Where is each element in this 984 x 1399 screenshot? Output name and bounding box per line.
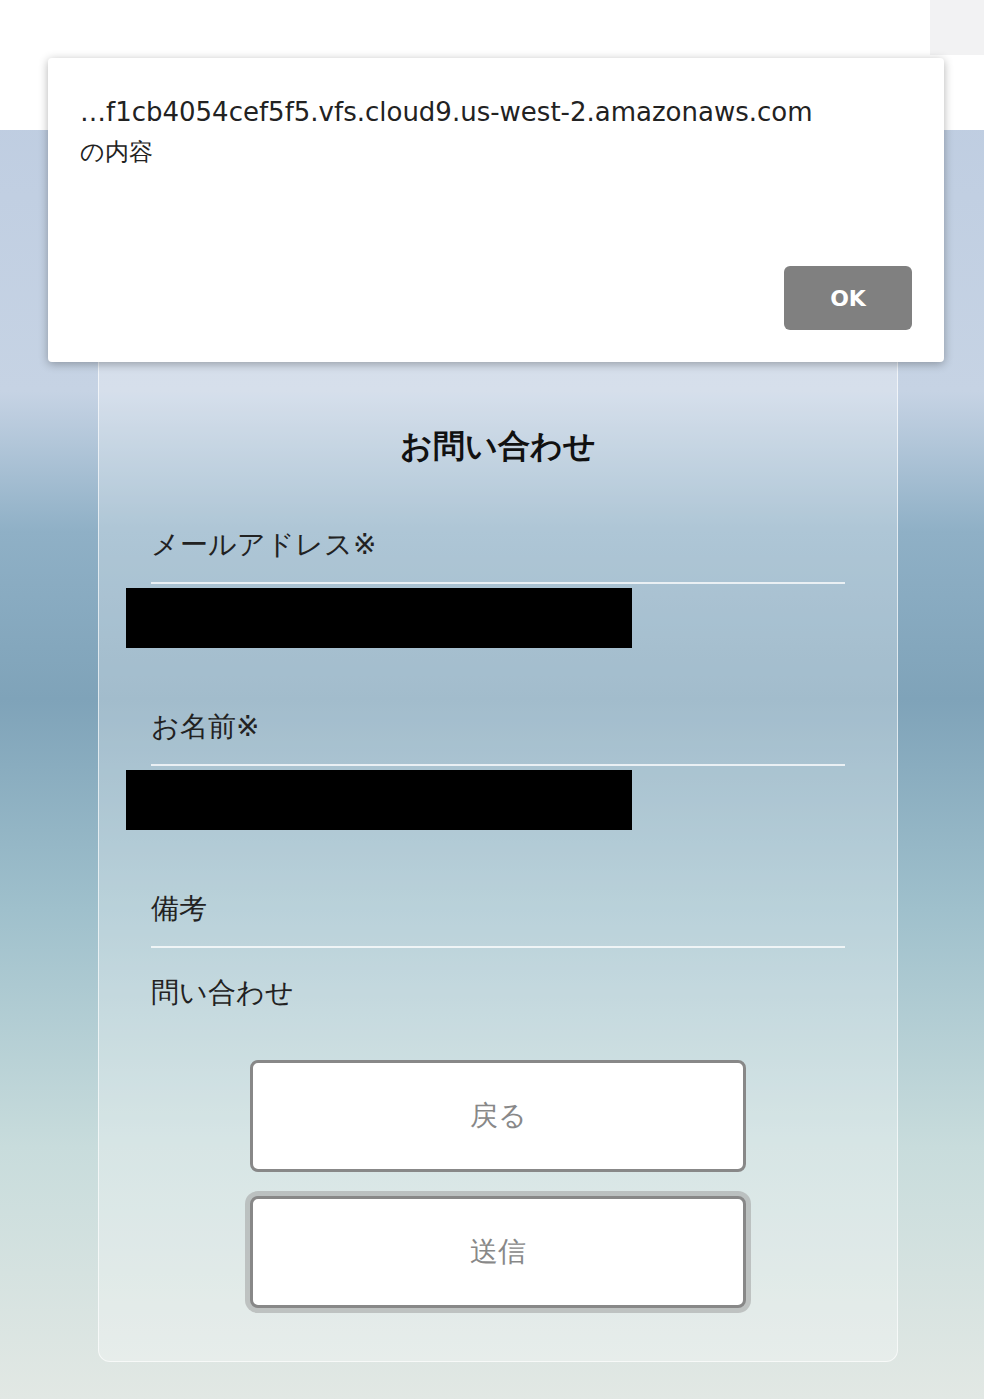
field-value: 問い合わせ — [151, 948, 845, 1012]
field-label: 備考 — [151, 830, 845, 948]
dialog-actions: OK — [80, 266, 912, 330]
form-button[interactable]: 送信 — [250, 1196, 746, 1308]
ok-button[interactable]: OK — [784, 266, 912, 330]
dialog-origin: …f1cb4054cef5f5.vfs.cloud9.us-west-2.ama… — [80, 92, 912, 132]
field-label: メールアドレス※ — [151, 466, 845, 584]
form-field: 備考問い合わせ — [151, 830, 845, 1012]
contact-card: お問い合わせメールアドレス※ お名前※ 備考問い合わせ戻る送信 — [98, 330, 898, 1362]
redacted-value[interactable] — [126, 770, 632, 830]
form-buttons: 戻る送信 — [151, 1060, 845, 1308]
field-label: お名前※ — [151, 648, 845, 766]
redacted-value[interactable] — [126, 588, 632, 648]
dialog-suffix: の内容 — [80, 132, 912, 172]
form-button[interactable]: 戻る — [250, 1060, 746, 1172]
alert-dialog: …f1cb4054cef5f5.vfs.cloud9.us-west-2.ama… — [48, 58, 944, 362]
form-field: お名前※ — [151, 648, 845, 830]
form-field: メールアドレス※ — [151, 466, 845, 648]
form-title: お問い合わせ — [151, 426, 845, 466]
page: お問い合わせメールアドレス※ お名前※ 備考問い合わせ戻る送信 …f1cb4054ce… — [0, 0, 984, 1399]
chrome-corner — [930, 0, 984, 55]
